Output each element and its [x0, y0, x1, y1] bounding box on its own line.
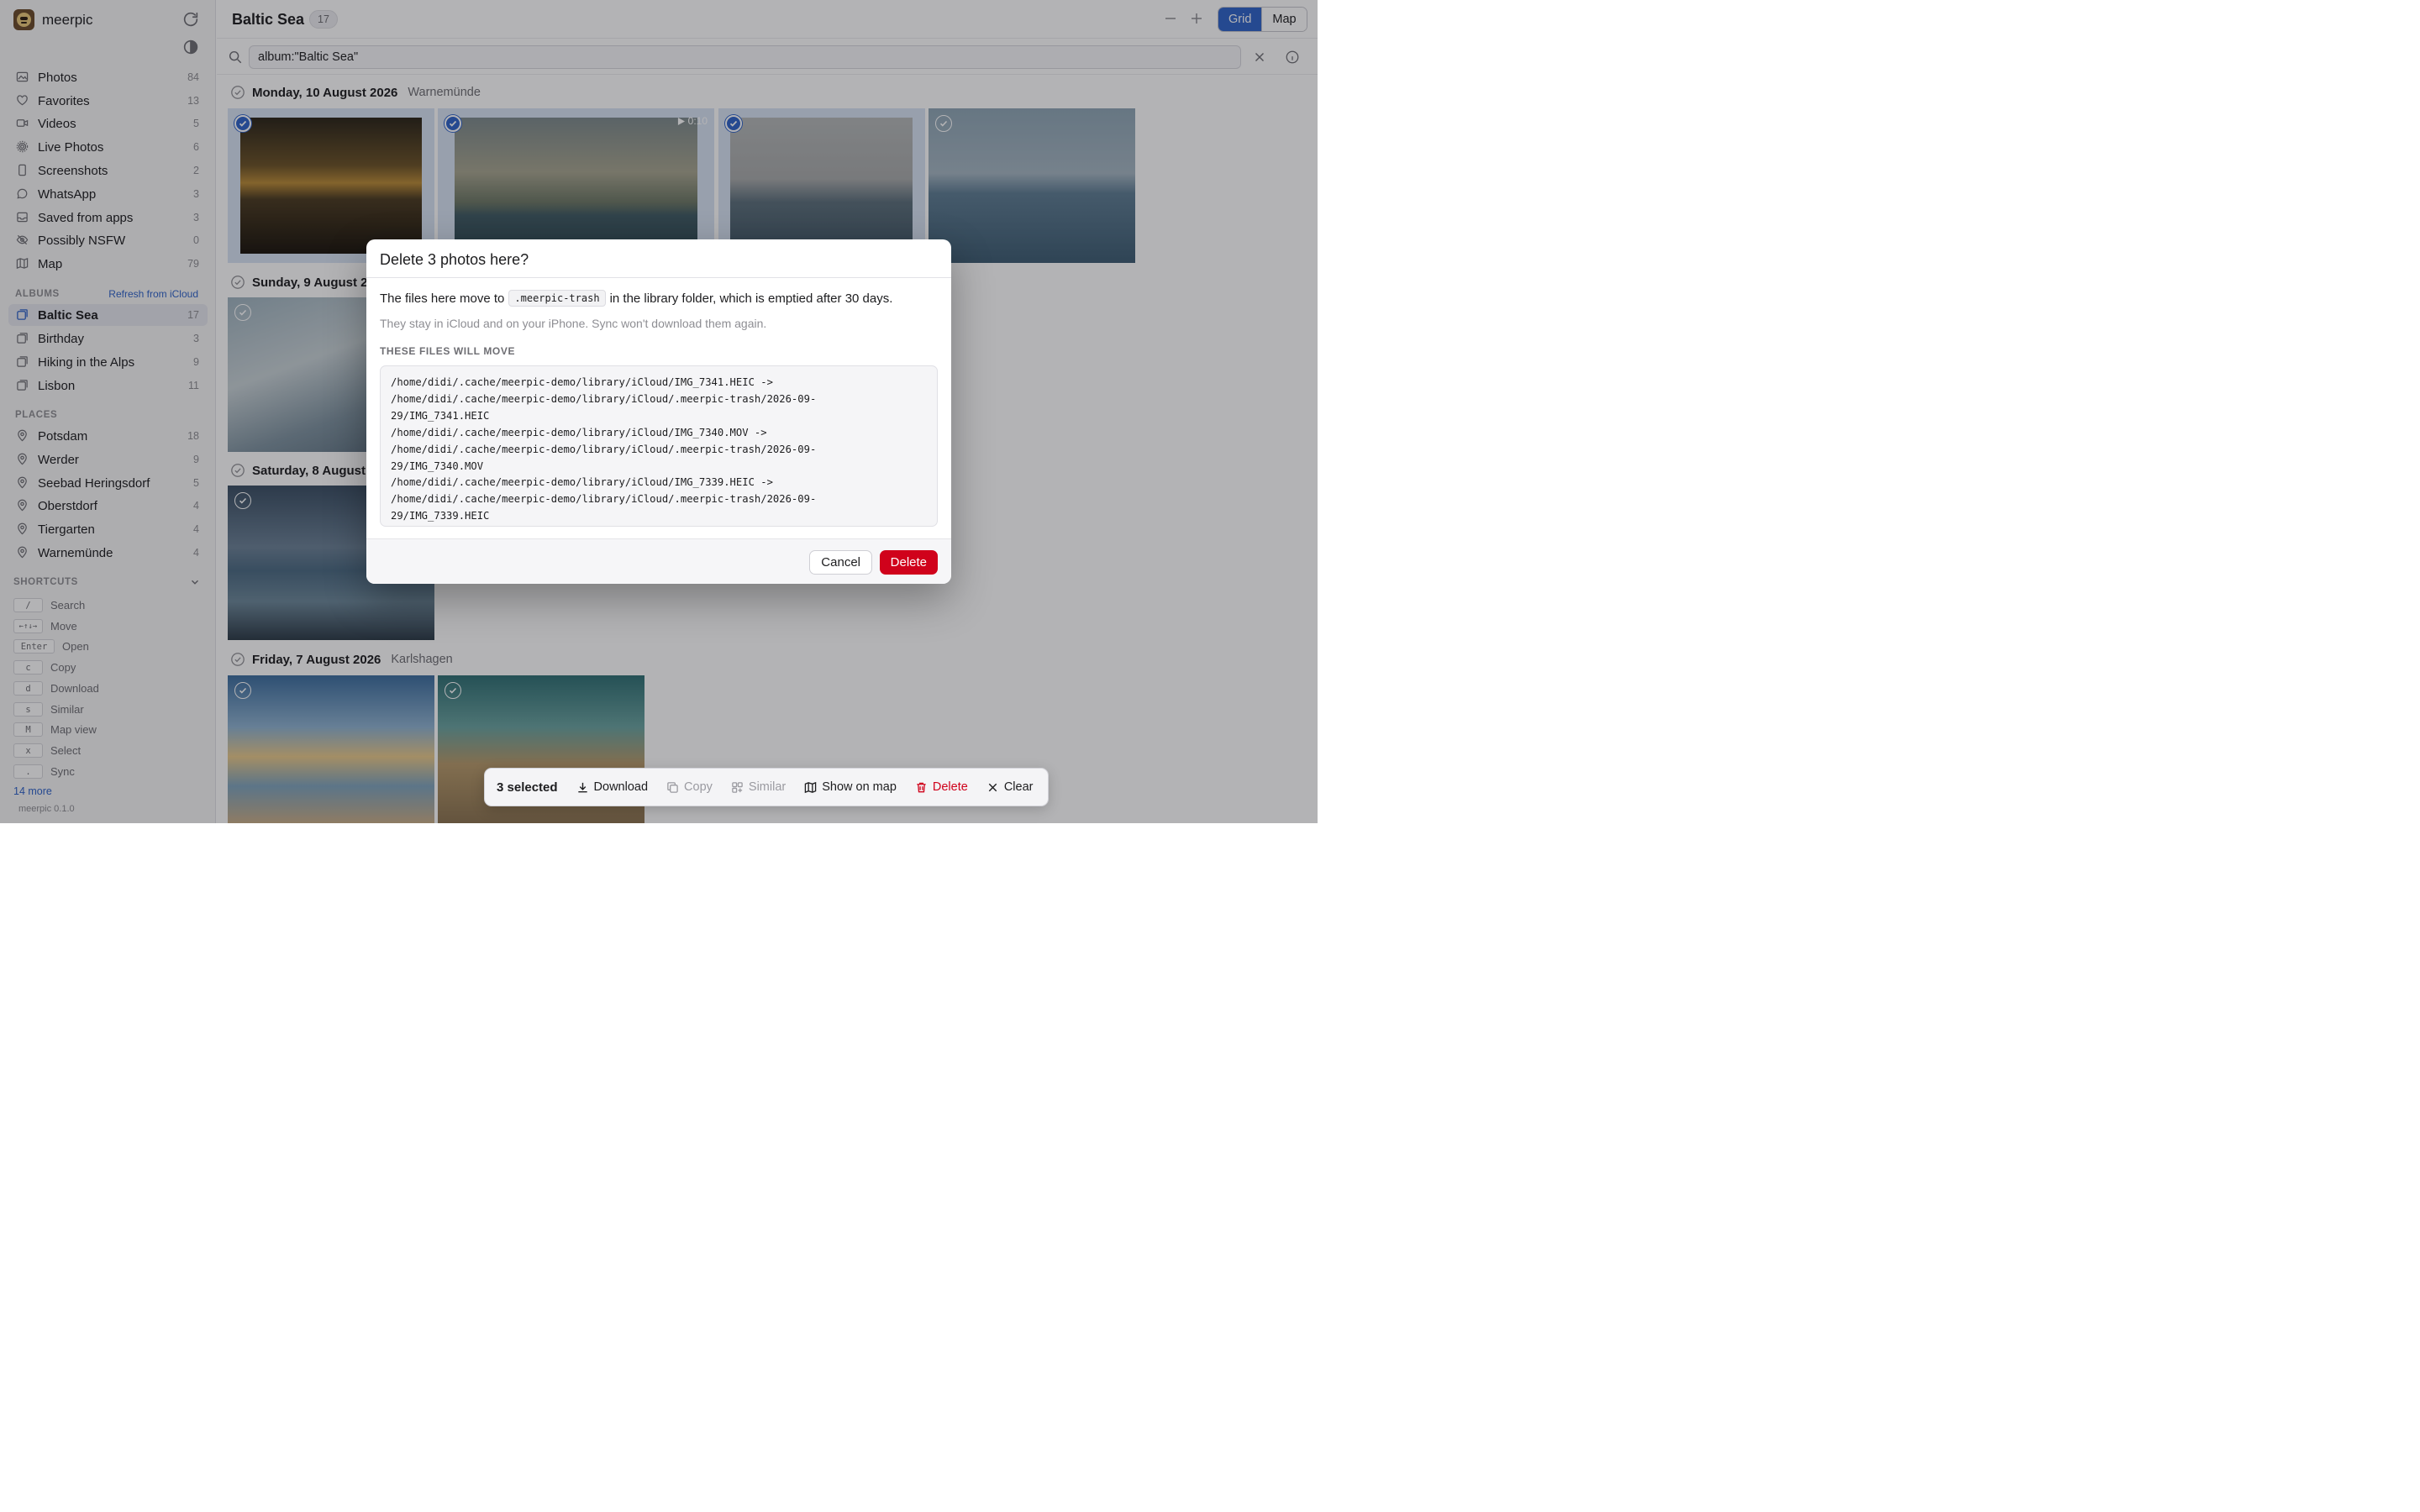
delete-label: Delete: [932, 780, 968, 794]
close-icon: [988, 783, 997, 791]
similar-label: Similar: [748, 780, 786, 794]
dialog-body-text: The files here move to: [380, 291, 505, 306]
file-move-list[interactable]: /home/didi/.cache/meerpic-demo/library/i…: [380, 365, 938, 527]
file-line: /home/didi/.cache/meerpic-demo/library/i…: [391, 476, 773, 489]
cancel-button[interactable]: Cancel: [809, 550, 872, 575]
file-line: 29/IMG_7340.MOV: [391, 459, 484, 472]
map-icon: [804, 781, 817, 793]
file-line: /home/didi/.cache/meerpic-demo/library/i…: [391, 376, 773, 388]
copy-button[interactable]: Copy: [666, 780, 713, 794]
dialog-divider: [366, 277, 951, 278]
download-button[interactable]: Download: [576, 780, 649, 794]
similar-button[interactable]: Similar: [731, 780, 786, 794]
trash-icon: [917, 782, 926, 792]
delete-selected-button[interactable]: Delete: [915, 780, 968, 794]
dialog-title: Delete 3 photos here?: [380, 251, 529, 268]
dialog-body-text: in the library folder, which is emptied …: [609, 291, 893, 306]
similar-icon: [732, 781, 743, 793]
selection-bar: 3 selected Download Copy Similar Show on…: [484, 768, 1049, 806]
selection-count: 3 selected: [497, 780, 558, 795]
delete-button[interactable]: Delete: [879, 550, 938, 575]
show-on-map-label: Show on map: [822, 780, 897, 794]
dialog-body: The files here move to .meerpic-trash in…: [380, 290, 938, 307]
clear-selection-button[interactable]: Clear: [986, 780, 1034, 794]
file-line: /home/didi/.cache/meerpic-demo/library/i…: [391, 493, 817, 506]
files-caption: THESE FILES WILL MOVE: [380, 345, 516, 357]
download-label: Download: [593, 780, 649, 794]
copy-icon: [667, 781, 678, 793]
file-line: /home/didi/.cache/meerpic-demo/library/i…: [391, 426, 767, 438]
file-line: /home/didi/.cache/meerpic-demo/library/i…: [391, 392, 817, 405]
dialog-footer: Cancel Delete: [366, 538, 951, 584]
trash-folder-code: .meerpic-trash: [508, 290, 606, 307]
file-line: /home/didi/.cache/meerpic-demo/library/i…: [391, 443, 817, 455]
file-line: 29/IMG_7339.HEIC: [391, 510, 490, 522]
show-on-map-button[interactable]: Show on map: [804, 780, 897, 794]
file-line: 29/IMG_7341.HEIC: [391, 409, 490, 422]
clear-label: Clear: [1003, 780, 1034, 794]
delete-confirm-dialog: Delete 3 photos here? The files here mov…: [366, 239, 951, 584]
dialog-note: They stay in iCloud and on your iPhone. …: [380, 317, 767, 330]
copy-label: Copy: [684, 780, 713, 794]
download-icon: [577, 782, 587, 792]
